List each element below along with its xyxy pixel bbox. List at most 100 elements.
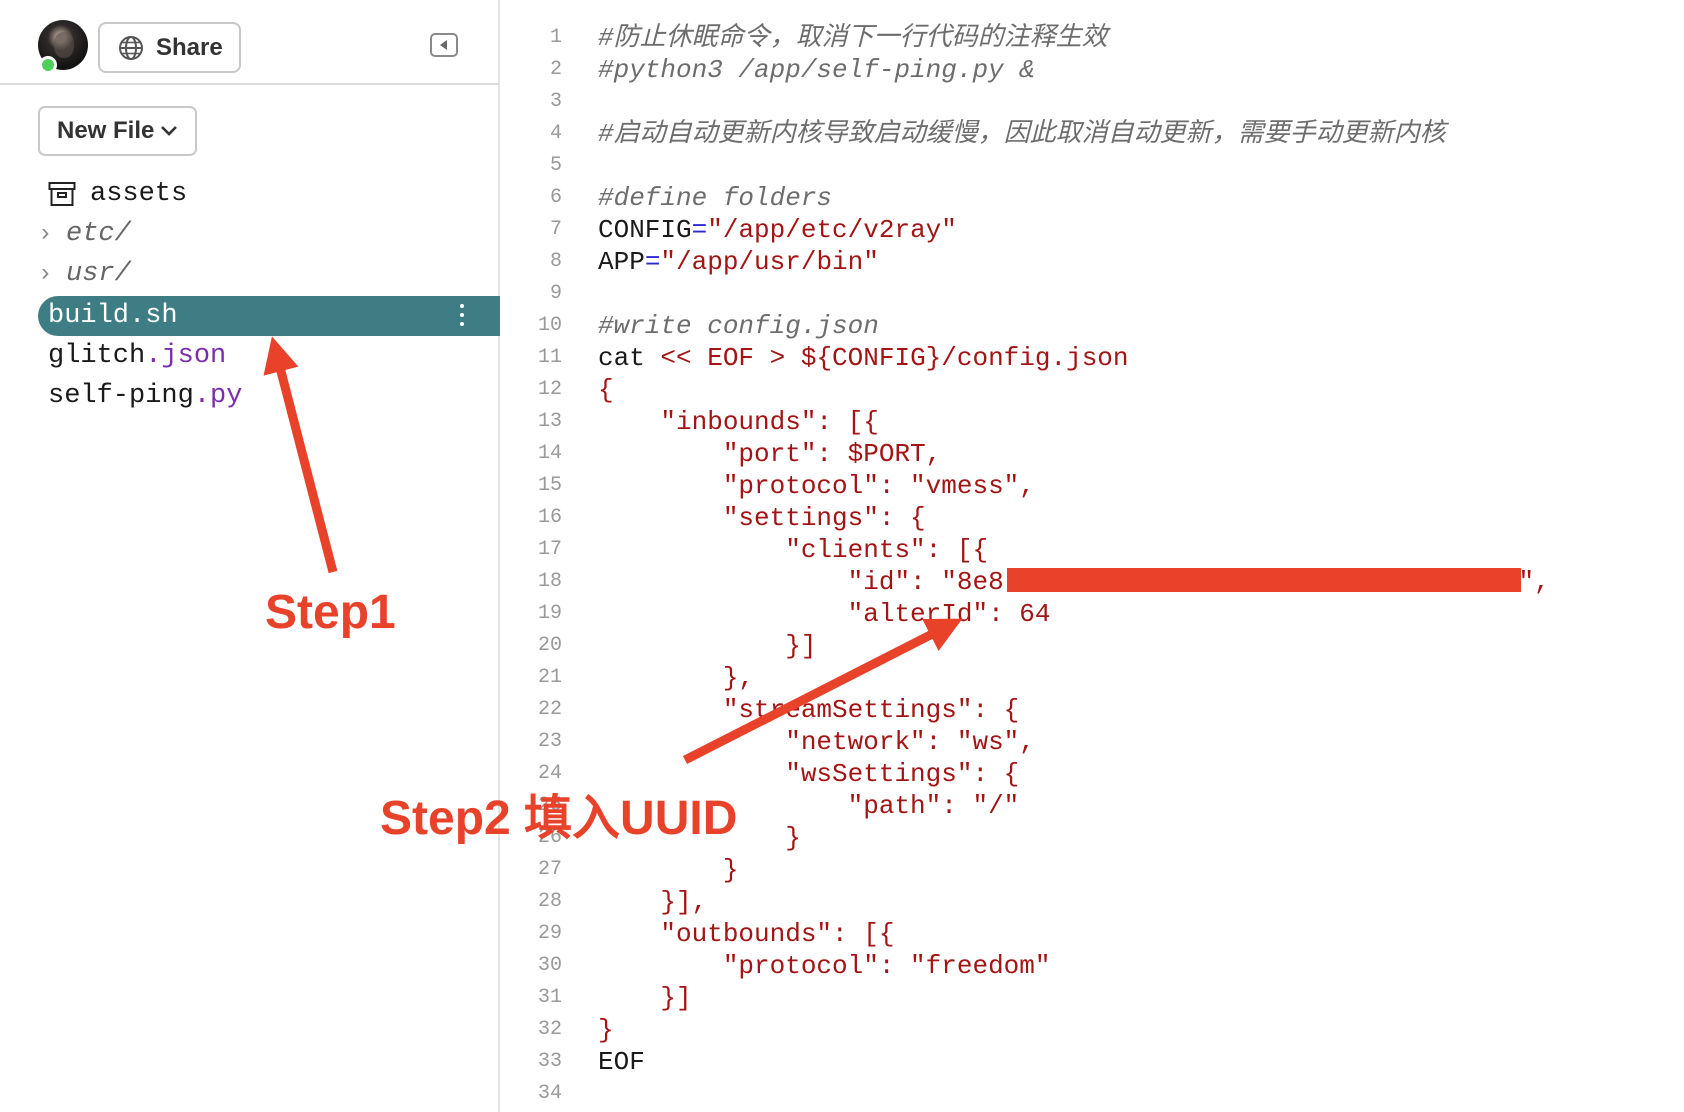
line-number: 2 [549,58,562,81]
code-line[interactable]: 19 "alterId": 64 [502,598,1684,630]
code-line[interactable]: 15 "protocol": "vmess", [502,470,1684,502]
line-number: 7 [549,218,562,241]
line-number: 22 [537,698,562,721]
line-number: 9 [549,282,562,305]
line-number: 15 [537,474,562,497]
line-number: 6 [549,186,562,209]
code-line[interactable]: 34 [502,1078,1684,1110]
line-number: 4 [549,122,562,145]
code-line[interactable]: 30 "protocol": "freedom" [502,950,1684,982]
line-number: 18 [537,570,562,593]
chevron-right-icon[interactable]: › [38,221,66,248]
code-line[interactable]: 14 "port": $PORT, [502,438,1684,470]
code-text: "protocol": "vmess", [598,471,1035,501]
step2-label: Step2 填入UUID [380,792,738,845]
code-line[interactable]: 13 "inbounds": [{ [502,406,1684,438]
code-line[interactable]: 11 cat << EOF > ${CONFIG}/config.json [502,342,1684,374]
code-line[interactable]: 28 }], [502,886,1684,918]
file-tree-item-basename: self-ping [48,381,194,411]
more-options-icon[interactable] [460,304,464,326]
line-number: 17 [537,538,562,561]
variable-name: CONFIG [598,215,692,245]
code-line[interactable]: 32} [502,1014,1684,1046]
code-line[interactable]: 31 }] [502,982,1684,1014]
file-tree-item-build-selected[interactable]: build.sh [38,296,500,336]
heredoc-text: << EOF > ${CONFIG}/config.json [660,343,1129,373]
line-number: 32 [537,1018,562,1041]
code-line[interactable]: 23 "network": "ws", [502,726,1684,758]
code-text: #启动自动更新内核导致启动缓慢，因此取消自动更新，需要手动更新内核 [598,119,1446,149]
file-tree-item-basename: glitch [48,341,146,371]
globe-icon [119,35,143,60]
code-line[interactable]: 6 #define folders [502,182,1684,214]
code-line[interactable]: 33 EOF [502,1046,1684,1078]
line-number: 29 [537,922,562,945]
code-line[interactable]: 7 CONFIG="/app/etc/v2ray" [502,214,1684,246]
code-line[interactable]: 9 [502,278,1684,310]
file-tree-item-extension: .py [193,381,243,411]
code-text: cat << EOF > ${CONFIG}/config.json [598,342,1129,374]
line-number: 21 [537,666,562,689]
code-line[interactable]: 3 [502,86,1684,118]
code-line[interactable]: 5 [502,150,1684,182]
code-text: #write config.json [598,311,879,341]
code-line[interactable]: 12 { [502,374,1684,406]
code-text: }], [598,887,708,917]
code-text: "network": "ws", [598,727,1035,757]
chevron-right-icon[interactable]: › [38,261,66,288]
code-text: } [598,855,739,885]
string-literal: "/app/usr/bin" [660,247,879,277]
code-line[interactable]: 16 "settings": { [502,502,1684,534]
shell-command: cat [598,343,661,373]
share-button[interactable]: Share [98,22,241,73]
new-file-button[interactable]: New File [38,106,197,156]
line-number: 28 [537,890,562,913]
code-text: "streamSettings": { [598,695,1020,725]
line-number: 23 [537,730,562,753]
code-line[interactable]: 21 }, [502,662,1684,694]
code-line[interactable]: 10 #write config.json [502,310,1684,342]
line-number: 3 [549,90,562,113]
code-line[interactable]: 8 APP="/app/usr/bin" [502,246,1684,278]
code-line[interactable]: 29 "outbounds": [{ [502,918,1684,950]
code-line[interactable]: 20 }] [502,630,1684,662]
code-line[interactable]: 4 #启动自动更新内核导致启动缓慢，因此取消自动更新，需要手动更新内核 [502,118,1684,150]
code-text: "alterId": 64 [598,599,1051,629]
code-text: }] [598,631,817,661]
code-editor[interactable]: 1 #防止休眠命令，取消下一行代码的注释生效 2 #python3 /app/self… [502,0,1684,1112]
file-tree-item-glitch-json[interactable]: glitch .json [38,336,498,376]
assign-operator: = [691,215,708,245]
code-text: APP="/app/usr/bin" [598,246,879,278]
step1-label: Step1 [265,586,396,639]
line-number: 16 [537,506,562,529]
code-text: #define folders [598,183,833,213]
file-tree-item-assets[interactable]: assets [38,174,498,214]
code-text: "inbounds": [{ [598,407,879,437]
code-line[interactable]: 1 #防止休眠命令，取消下一行代码的注释生效 [502,22,1684,54]
line-number: 33 [537,1050,562,1073]
line-number: 27 [537,858,562,881]
collapse-sidebar-icon[interactable] [430,33,458,57]
line-number: 14 [537,442,562,465]
file-tree-folder-usr[interactable]: › usr/ [38,254,498,294]
file-tree-item-label: etc/ [66,219,131,249]
uuid-redaction-bar [1007,568,1521,592]
sidebar: Share New File assets › etc/ › usr/ buil… [0,0,500,1112]
variable-name: APP [598,247,645,277]
line-number: 30 [537,954,562,977]
code-text: CONFIG="/app/etc/v2ray" [598,214,957,246]
code-line[interactable]: 17 "clients": [{ [502,534,1684,566]
file-tree-item-self-ping-py[interactable]: self-ping .py [38,376,498,416]
file-tree-folder-etc[interactable]: › etc/ [38,214,498,254]
chevron-down-icon [161,126,178,136]
code-line[interactable]: 22 "streamSettings": { [502,694,1684,726]
sidebar-header: Share [0,0,500,85]
file-tree-item-extension: .json [145,341,227,371]
code-text: "clients": [{ [598,535,989,565]
code-line[interactable]: 2 #python3 /app/self-ping.py & [502,54,1684,86]
file-tree-item-label: build.sh [48,301,178,331]
line-number: 19 [537,602,562,625]
code-line[interactable]: 27 } [502,854,1684,886]
line-number: 10 [537,314,562,337]
line-number: 34 [537,1082,562,1105]
